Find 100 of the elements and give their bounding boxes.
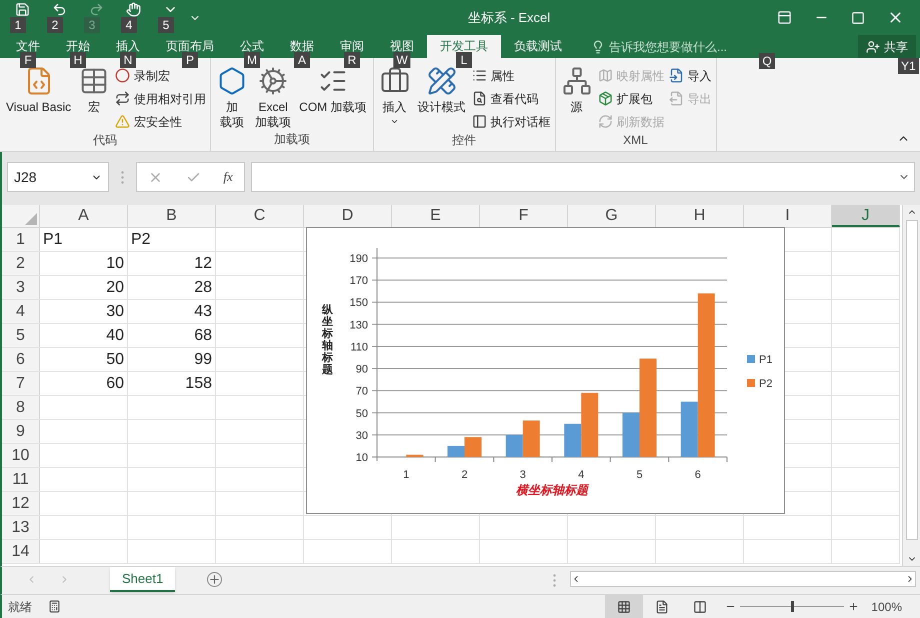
window-title: 坐标系 - Excel: [466, 8, 552, 27]
legend-swatch: [747, 379, 755, 387]
ribbon-button[interactable]: 宏: [77, 66, 112, 115]
y-tick-label: 190: [350, 253, 368, 265]
ribbon-button[interactable]: Excel 加载项: [253, 66, 294, 130]
legend-label: P2: [759, 378, 772, 390]
ribbon-small-button[interactable]: 使用相对引用: [115, 89, 206, 108]
y-tick-label: 150: [350, 297, 368, 310]
y-tick-label: 30: [356, 430, 368, 442]
status-text: 就绪: [7, 598, 32, 616]
zoom-level[interactable]: 100%: [859, 598, 920, 616]
row-header[interactable]: 12: [2, 492, 40, 515]
code-search-icon: [472, 91, 486, 106]
ribbon-display-icon[interactable]: [777, 10, 792, 25]
key-tip: Y1: [898, 58, 919, 74]
ribbon-button[interactable]: 源: [560, 66, 594, 115]
map-icon: [598, 68, 612, 83]
row-header[interactable]: 3: [2, 276, 40, 299]
relative-icon: [115, 91, 130, 106]
row-header[interactable]: 10: [2, 444, 40, 467]
record-icon: [115, 68, 130, 83]
tell-me-field[interactable]: 告诉我您想要做什么...: [609, 38, 728, 56]
legend-label: P1: [759, 354, 772, 366]
row-header[interactable]: 13: [2, 516, 40, 539]
sheet-tab[interactable]: Sheet1: [110, 567, 176, 592]
ribbon-small-button[interactable]: 属性: [472, 66, 550, 85]
horizontal-scrollbar[interactable]: [570, 571, 916, 587]
row-header[interactable]: 2: [2, 252, 40, 275]
y-tick-label: 130: [350, 319, 368, 332]
add-sheet-icon[interactable]: [207, 572, 222, 587]
share-button[interactable]: 共享: [858, 35, 916, 58]
scroll-thumb[interactable]: [906, 220, 918, 540]
x-tick-label: 4: [578, 469, 584, 481]
key-tip: 5: [158, 17, 174, 33]
ribbon-small-button[interactable]: 查看代码: [472, 89, 550, 108]
ribbon-small-button[interactable]: 导入: [668, 66, 712, 85]
column-header[interactable]: J: [832, 205, 900, 227]
group-label: 控件: [451, 132, 477, 149]
key-tip: 2: [47, 17, 63, 33]
ribbon-tab[interactable]: 开发工具: [427, 34, 501, 58]
row-header[interactable]: 11: [2, 468, 40, 491]
insert-function-button[interactable]: fx: [223, 167, 233, 187]
y-tick-label: 90: [356, 364, 368, 376]
cell-value: 158: [185, 374, 212, 394]
row-header[interactable]: 1: [2, 228, 40, 251]
hand-icon: [126, 2, 141, 17]
x-tick-label: 3: [520, 469, 526, 481]
cell-value: 28: [194, 278, 212, 298]
ribbon-small-button[interactable]: 执行对话框: [472, 112, 550, 131]
column-header[interactable]: A: [40, 205, 128, 227]
columns-icon: [693, 600, 708, 614]
zoom-thumb[interactable]: [791, 601, 794, 612]
cell-value: 10: [106, 254, 124, 274]
key-tip: W: [393, 52, 411, 68]
column-header[interactable]: C: [216, 205, 304, 227]
key-tip: 3: [84, 17, 100, 33]
key-tip: L: [456, 52, 472, 68]
row-header[interactable]: 7: [2, 372, 40, 395]
key-tip: R: [344, 52, 360, 68]
refresh-icon: [598, 114, 612, 129]
tree-icon: [562, 66, 592, 96]
cell-value: 40: [106, 326, 124, 346]
y-tick-label: 110: [350, 341, 368, 354]
row-header[interactable]: 5: [2, 324, 40, 347]
normal-view-button[interactable]: [605, 594, 644, 618]
row-header[interactable]: 4: [2, 300, 40, 323]
cell-value: 99: [194, 350, 212, 370]
maximize-icon[interactable]: [851, 10, 865, 24]
page-icon: [655, 600, 670, 614]
ribbon-small-button[interactable]: 扩展包: [598, 89, 664, 108]
import-icon: [668, 68, 684, 83]
key-tip: A: [294, 52, 310, 68]
grid-icon: [617, 600, 632, 614]
row-header[interactable]: 9: [2, 420, 40, 443]
lightbulb-icon: [591, 40, 605, 54]
formula-field[interactable]: [251, 162, 915, 192]
ribbon-button[interactable]: 设计模式: [416, 66, 468, 115]
gear-icon: [258, 66, 288, 96]
name-box[interactable]: J28: [7, 162, 109, 192]
row-header[interactable]: 6: [2, 348, 40, 371]
row-header[interactable]: 14: [2, 540, 40, 563]
ribbon-small-button[interactable]: 宏安全性: [115, 112, 206, 131]
ribbon-button[interactable]: 插入: [378, 66, 412, 126]
cell-value: 60: [106, 374, 124, 394]
y-tick-label: 10: [356, 452, 368, 464]
cell-value: P2: [131, 230, 151, 250]
person-icon: [866, 40, 880, 54]
table-icon: [79, 66, 110, 96]
ribbon-button[interactable]: COM 加载项: [297, 66, 368, 115]
column-header[interactable]: B: [128, 205, 216, 227]
row-header[interactable]: 8: [2, 396, 40, 419]
ribbon-button[interactable]: 加 载项: [215, 66, 250, 130]
cell-value: 20: [106, 278, 124, 298]
zoom-in-icon[interactable]: [848, 601, 860, 612]
ribbon-small-button[interactable]: 录制宏: [115, 66, 206, 85]
redo-icon: [89, 2, 104, 17]
ribbon-button[interactable]: Visual Basic: [4, 66, 74, 115]
ribbon-tab[interactable]: 负载测试: [501, 34, 575, 58]
warning-icon: [115, 114, 130, 129]
key-tip: N: [120, 52, 136, 68]
